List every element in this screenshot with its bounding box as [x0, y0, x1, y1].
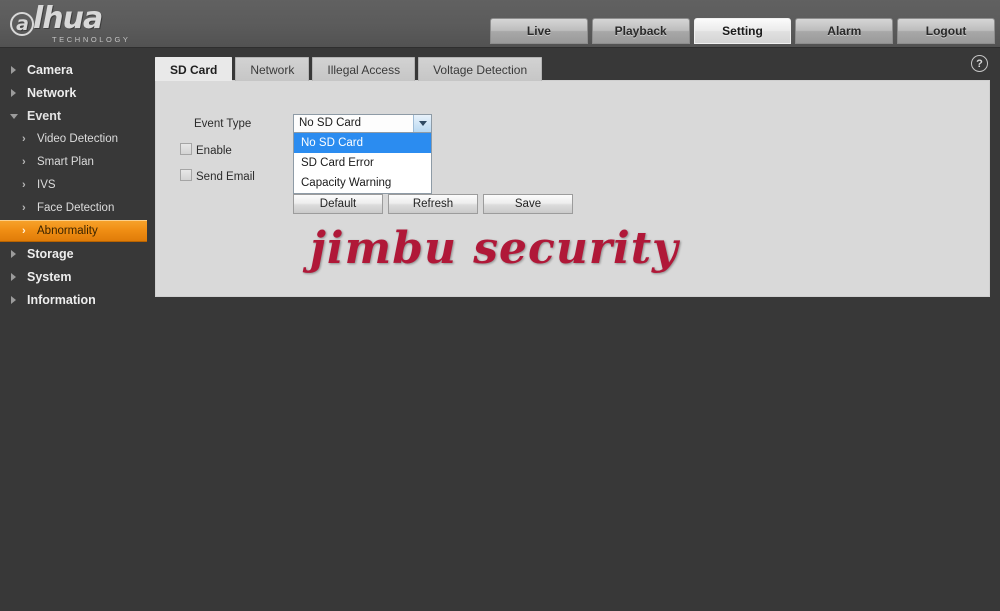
- action-button-row: Default Refresh Save: [293, 194, 573, 214]
- sidebar-item-label: Camera: [27, 63, 73, 77]
- event-type-select[interactable]: No SD Card: [293, 114, 432, 133]
- logo-ring-a: a: [10, 12, 34, 36]
- chevron-right-icon: ›: [22, 225, 26, 237]
- chevron-right-icon: ›: [22, 202, 26, 214]
- tab-sd-card[interactable]: SD Card: [155, 57, 233, 81]
- sidebar-item-label: System: [27, 270, 72, 284]
- sidebar-item-label: Event: [27, 109, 62, 123]
- sidebar-item-label: Video Detection: [37, 133, 118, 145]
- logo-text: lhua: [33, 1, 103, 36]
- logo-tagline: TECHNOLOGY: [52, 35, 131, 44]
- tab-network[interactable]: Network: [235, 57, 310, 81]
- event-type-dropdown-list: No SD Card SD Card Error Capacity Warnin…: [293, 133, 432, 194]
- enable-checkbox[interactable]: [180, 143, 192, 155]
- enable-label: Enable: [196, 145, 232, 157]
- event-type-label: Event Type: [194, 118, 252, 130]
- option-sd-card-error[interactable]: SD Card Error: [294, 153, 431, 173]
- triangle-right-icon: [11, 250, 16, 258]
- sidebar-item-label: IVS: [37, 179, 56, 191]
- logo-wordmark: a lhua: [8, 4, 148, 36]
- nav-playback[interactable]: Playback: [591, 18, 690, 44]
- sidebar-item-label: Face Detection: [37, 202, 115, 214]
- sidebar-item-video-detection[interactable]: › Video Detection: [0, 128, 147, 150]
- triangle-right-icon: [11, 89, 16, 97]
- tab-voltage-detection[interactable]: Voltage Detection: [418, 57, 543, 81]
- chevron-right-icon: ›: [22, 179, 26, 191]
- triangle-right-icon: [11, 66, 16, 74]
- sidebar-item-face-detection[interactable]: › Face Detection: [0, 197, 147, 219]
- chevron-right-icon: ›: [22, 133, 26, 145]
- sidebar-item-abnormality[interactable]: › Abnormality: [0, 220, 147, 242]
- sidebar-item-system[interactable]: System: [0, 266, 147, 288]
- chevron-down-icon[interactable]: [413, 115, 431, 132]
- sidebar-item-ivs[interactable]: › IVS: [0, 174, 147, 196]
- top-navigation: Live Playback Setting Alarm Logout: [490, 18, 995, 44]
- tab-bar: SD Card Network Illegal Access Voltage D…: [155, 57, 543, 81]
- settings-panel: Event Type Enable Send Email No SD Card …: [155, 80, 990, 297]
- app-header: a lhua TECHNOLOGY Live Playback Setting A…: [0, 0, 1000, 48]
- sidebar-item-label: Network: [27, 86, 77, 100]
- triangle-down-icon: [10, 114, 18, 119]
- default-button[interactable]: Default: [293, 194, 383, 214]
- help-icon[interactable]: ?: [971, 55, 988, 72]
- sidebar-item-label: Abnormality: [37, 225, 98, 237]
- sidebar-item-information[interactable]: Information: [0, 289, 147, 311]
- sidebar-item-camera[interactable]: Camera: [0, 59, 147, 81]
- triangle-right-icon: [11, 296, 16, 304]
- sidebar-item-label: Information: [27, 293, 96, 307]
- option-capacity-warning[interactable]: Capacity Warning: [294, 173, 431, 193]
- sidebar-item-smart-plan[interactable]: › Smart Plan: [0, 151, 147, 173]
- nav-setting[interactable]: Setting: [693, 18, 792, 44]
- option-no-sd-card[interactable]: No SD Card: [294, 133, 431, 153]
- content-area: ? SD Card Network Illegal Access Voltage…: [147, 48, 1000, 611]
- refresh-button[interactable]: Refresh: [388, 194, 478, 214]
- event-type-selected-value: No SD Card: [299, 117, 361, 129]
- nav-alarm[interactable]: Alarm: [795, 18, 894, 44]
- sidebar-item-network[interactable]: Network: [0, 82, 147, 104]
- chevron-right-icon: ›: [22, 156, 26, 168]
- sidebar-item-label: Storage: [27, 247, 74, 261]
- nav-live[interactable]: Live: [490, 18, 588, 44]
- dahua-logo: a lhua TECHNOLOGY: [8, 4, 148, 44]
- send-email-checkbox[interactable]: [180, 169, 192, 181]
- sidebar-item-label: Smart Plan: [37, 156, 94, 168]
- triangle-right-icon: [11, 273, 16, 281]
- save-button[interactable]: Save: [483, 194, 573, 214]
- sidebar-menu: Camera Network Event › Video Detection ›…: [0, 48, 147, 611]
- sidebar-item-storage[interactable]: Storage: [0, 243, 147, 265]
- tab-illegal-access[interactable]: Illegal Access: [312, 57, 416, 81]
- nav-logout[interactable]: Logout: [897, 18, 995, 44]
- sidebar-item-event[interactable]: Event: [0, 105, 147, 127]
- send-email-label: Send Email: [196, 171, 255, 183]
